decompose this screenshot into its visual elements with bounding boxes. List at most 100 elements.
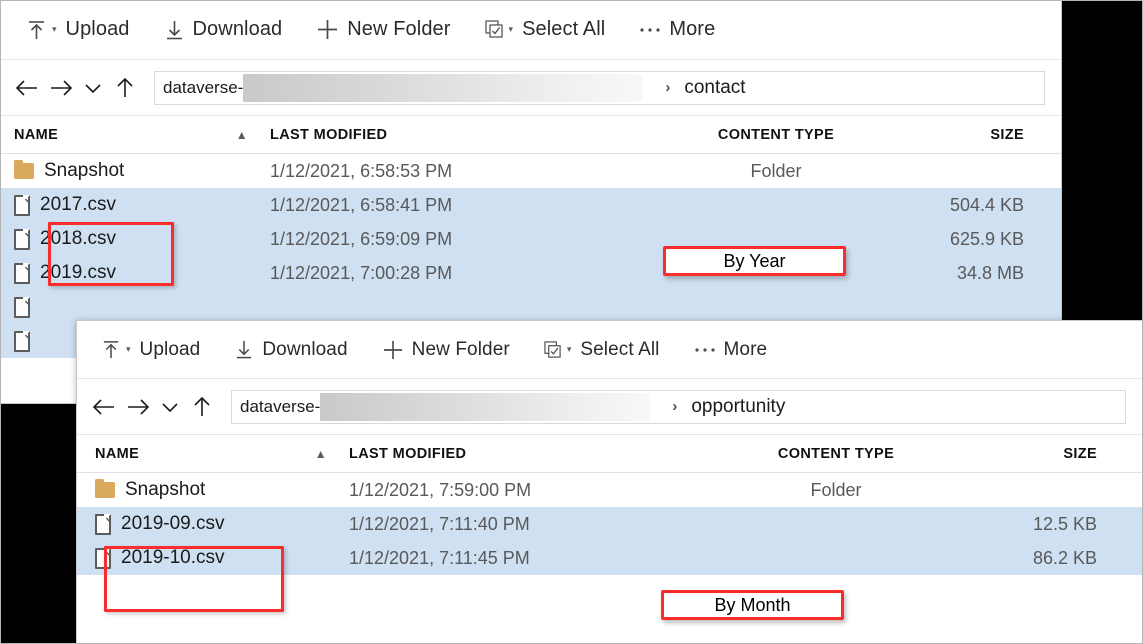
download-icon bbox=[234, 339, 254, 360]
back-button[interactable] bbox=[87, 390, 121, 424]
upload-caret-icon: ▾ bbox=[52, 24, 57, 34]
up-button[interactable] bbox=[185, 390, 219, 424]
row-name-cell: 2018.csv bbox=[0, 228, 270, 250]
upload-button[interactable]: ▾ Upload bbox=[91, 333, 210, 367]
column-header-size[interactable]: SIZE bbox=[882, 127, 1042, 143]
row-modified-cell: 1/12/2021, 6:58:41 PM bbox=[270, 195, 670, 216]
document-icon bbox=[14, 330, 30, 352]
download-icon bbox=[164, 19, 185, 41]
upload-icon bbox=[26, 19, 47, 41]
file-modified: 1/12/2021, 7:11:40 PM bbox=[349, 513, 530, 534]
navigation-bar: dataverse- › opportunity bbox=[77, 379, 1142, 435]
table-row[interactable] bbox=[0, 290, 1061, 324]
row-modified-cell: 1/12/2021, 6:59:09 PM bbox=[270, 229, 670, 250]
up-button[interactable] bbox=[108, 71, 142, 105]
forward-button[interactable] bbox=[121, 390, 155, 424]
download-label: Download bbox=[262, 338, 348, 360]
table-row[interactable]: 2019.csv 1/12/2021, 7:00:28 PM 34.8 MB bbox=[0, 256, 1061, 290]
file-name[interactable]: 2018.csv bbox=[40, 228, 116, 250]
breadcrumb[interactable]: dataverse- › opportunity bbox=[231, 389, 1126, 424]
row-name-cell: Snapshot bbox=[0, 160, 270, 182]
column-header-content-type[interactable]: CONTENT TYPE bbox=[670, 127, 882, 143]
table-row[interactable]: Snapshot 1/12/2021, 6:58:53 PM Folder bbox=[0, 154, 1061, 188]
select-all-button[interactable]: ▾ Select All bbox=[534, 333, 670, 367]
breadcrumb-current[interactable]: opportunity bbox=[691, 396, 785, 418]
document-icon bbox=[14, 262, 30, 284]
table-row[interactable]: 2019-09.csv 1/12/2021, 7:11:40 PM 12.5 K… bbox=[77, 507, 1142, 541]
more-label: More bbox=[669, 18, 716, 40]
row-type-cell: Folder bbox=[670, 161, 882, 182]
table-row[interactable]: 2019-10.csv 1/12/2021, 7:11:45 PM 86.2 K… bbox=[77, 541, 1142, 575]
breadcrumb[interactable]: dataverse- › contact bbox=[154, 70, 1045, 105]
breadcrumb-root[interactable]: dataverse- bbox=[155, 78, 243, 98]
plus-icon bbox=[382, 339, 404, 361]
file-name[interactable]: 2017.csv bbox=[40, 194, 116, 216]
row-name-cell: 2019.csv bbox=[0, 262, 270, 284]
column-header-name[interactable]: NAME ▲ bbox=[0, 127, 270, 143]
column-header-last-modified[interactable]: LAST MODIFIED bbox=[349, 446, 725, 462]
select-all-icon bbox=[544, 340, 562, 359]
table-row[interactable]: Snapshot 1/12/2021, 7:59:00 PM Folder bbox=[77, 473, 1142, 507]
select-all-icon bbox=[484, 20, 504, 39]
upload-button[interactable]: ▾ Upload bbox=[16, 12, 140, 47]
column-header-last-modified[interactable]: LAST MODIFIED bbox=[270, 127, 670, 143]
file-modified: 1/12/2021, 7:00:28 PM bbox=[270, 262, 453, 283]
select-all-label: Select All bbox=[580, 338, 660, 360]
column-headers: NAME ▲ LAST MODIFIED CONTENT TYPE SIZE bbox=[0, 116, 1061, 154]
table-row[interactable]: 2018.csv 1/12/2021, 6:59:09 PM 625.9 KB bbox=[0, 222, 1061, 256]
back-button[interactable] bbox=[10, 71, 44, 105]
file-name[interactable]: 2019-09.csv bbox=[121, 513, 225, 535]
more-button[interactable]: More bbox=[684, 333, 778, 367]
column-header-name-label: NAME bbox=[95, 445, 140, 462]
download-button[interactable]: Download bbox=[154, 12, 293, 47]
file-name[interactable]: Snapshot bbox=[44, 160, 124, 182]
select-all-button[interactable]: ▾ Select All bbox=[475, 12, 616, 47]
breadcrumb-redacted-segment bbox=[320, 392, 651, 421]
file-modified: 1/12/2021, 7:59:00 PM bbox=[349, 479, 532, 500]
column-header-size-label: SIZE bbox=[1063, 445, 1097, 462]
more-button[interactable]: More bbox=[629, 12, 725, 47]
callout-by-year: By Year bbox=[663, 246, 846, 276]
download-button[interactable]: Download bbox=[224, 333, 357, 367]
column-header-content-type[interactable]: CONTENT TYPE bbox=[725, 446, 947, 462]
column-header-size[interactable]: SIZE bbox=[947, 446, 1117, 462]
file-name[interactable]: 2019-10.csv bbox=[121, 547, 225, 569]
command-bar: ▾ Upload Download New Folder ▾ Select Al… bbox=[77, 321, 1142, 379]
row-name-cell: 2017.csv bbox=[0, 194, 270, 216]
chevron-right-icon: › bbox=[672, 398, 678, 415]
row-name-cell: Snapshot bbox=[77, 479, 349, 501]
column-header-content-type-label: CONTENT TYPE bbox=[717, 126, 835, 143]
history-dropdown-button[interactable] bbox=[155, 390, 185, 424]
document-icon bbox=[14, 194, 30, 216]
file-modified: 1/12/2021, 7:11:45 PM bbox=[349, 547, 530, 568]
callout-by-year-label: By Year bbox=[723, 250, 786, 271]
row-type-cell: Folder bbox=[725, 480, 947, 501]
forward-button[interactable] bbox=[44, 71, 78, 105]
breadcrumb-current[interactable]: contact bbox=[684, 77, 745, 99]
row-modified-cell: 1/12/2021, 6:58:53 PM bbox=[270, 161, 670, 182]
column-header-name[interactable]: NAME ▲ bbox=[77, 446, 349, 462]
file-name[interactable]: Snapshot bbox=[125, 479, 205, 501]
ellipsis-icon bbox=[694, 346, 716, 354]
history-dropdown-button[interactable] bbox=[78, 71, 108, 105]
new-folder-button[interactable]: New Folder bbox=[306, 12, 460, 47]
table-row[interactable]: 2017.csv 1/12/2021, 6:58:41 PM 504.4 KB bbox=[0, 188, 1061, 222]
column-header-content-type-label: CONTENT TYPE bbox=[777, 445, 895, 462]
chevron-up-icon: ▲ bbox=[235, 127, 248, 142]
chevron-up-icon: ▲ bbox=[314, 446, 327, 461]
plus-icon bbox=[316, 18, 339, 41]
new-folder-button[interactable]: New Folder bbox=[372, 333, 520, 367]
callout-by-month-label: By Month bbox=[714, 594, 791, 615]
select-all-caret-icon: ▾ bbox=[566, 344, 572, 354]
chevron-right-icon: › bbox=[665, 79, 671, 96]
callout-by-month: By Month bbox=[661, 590, 844, 620]
row-name-cell: 2019-10.csv bbox=[77, 547, 349, 569]
breadcrumb-redacted-segment bbox=[243, 73, 644, 102]
column-header-last-modified-label: LAST MODIFIED bbox=[270, 126, 388, 143]
navigation-bar: dataverse- › contact bbox=[0, 60, 1061, 116]
breadcrumb-root[interactable]: dataverse- bbox=[232, 397, 320, 417]
file-name[interactable]: 2019.csv bbox=[40, 262, 116, 284]
row-name-cell bbox=[0, 296, 270, 318]
row-modified-cell: 1/12/2021, 7:11:45 PM bbox=[349, 548, 725, 569]
column-header-name-label: NAME bbox=[14, 126, 59, 143]
